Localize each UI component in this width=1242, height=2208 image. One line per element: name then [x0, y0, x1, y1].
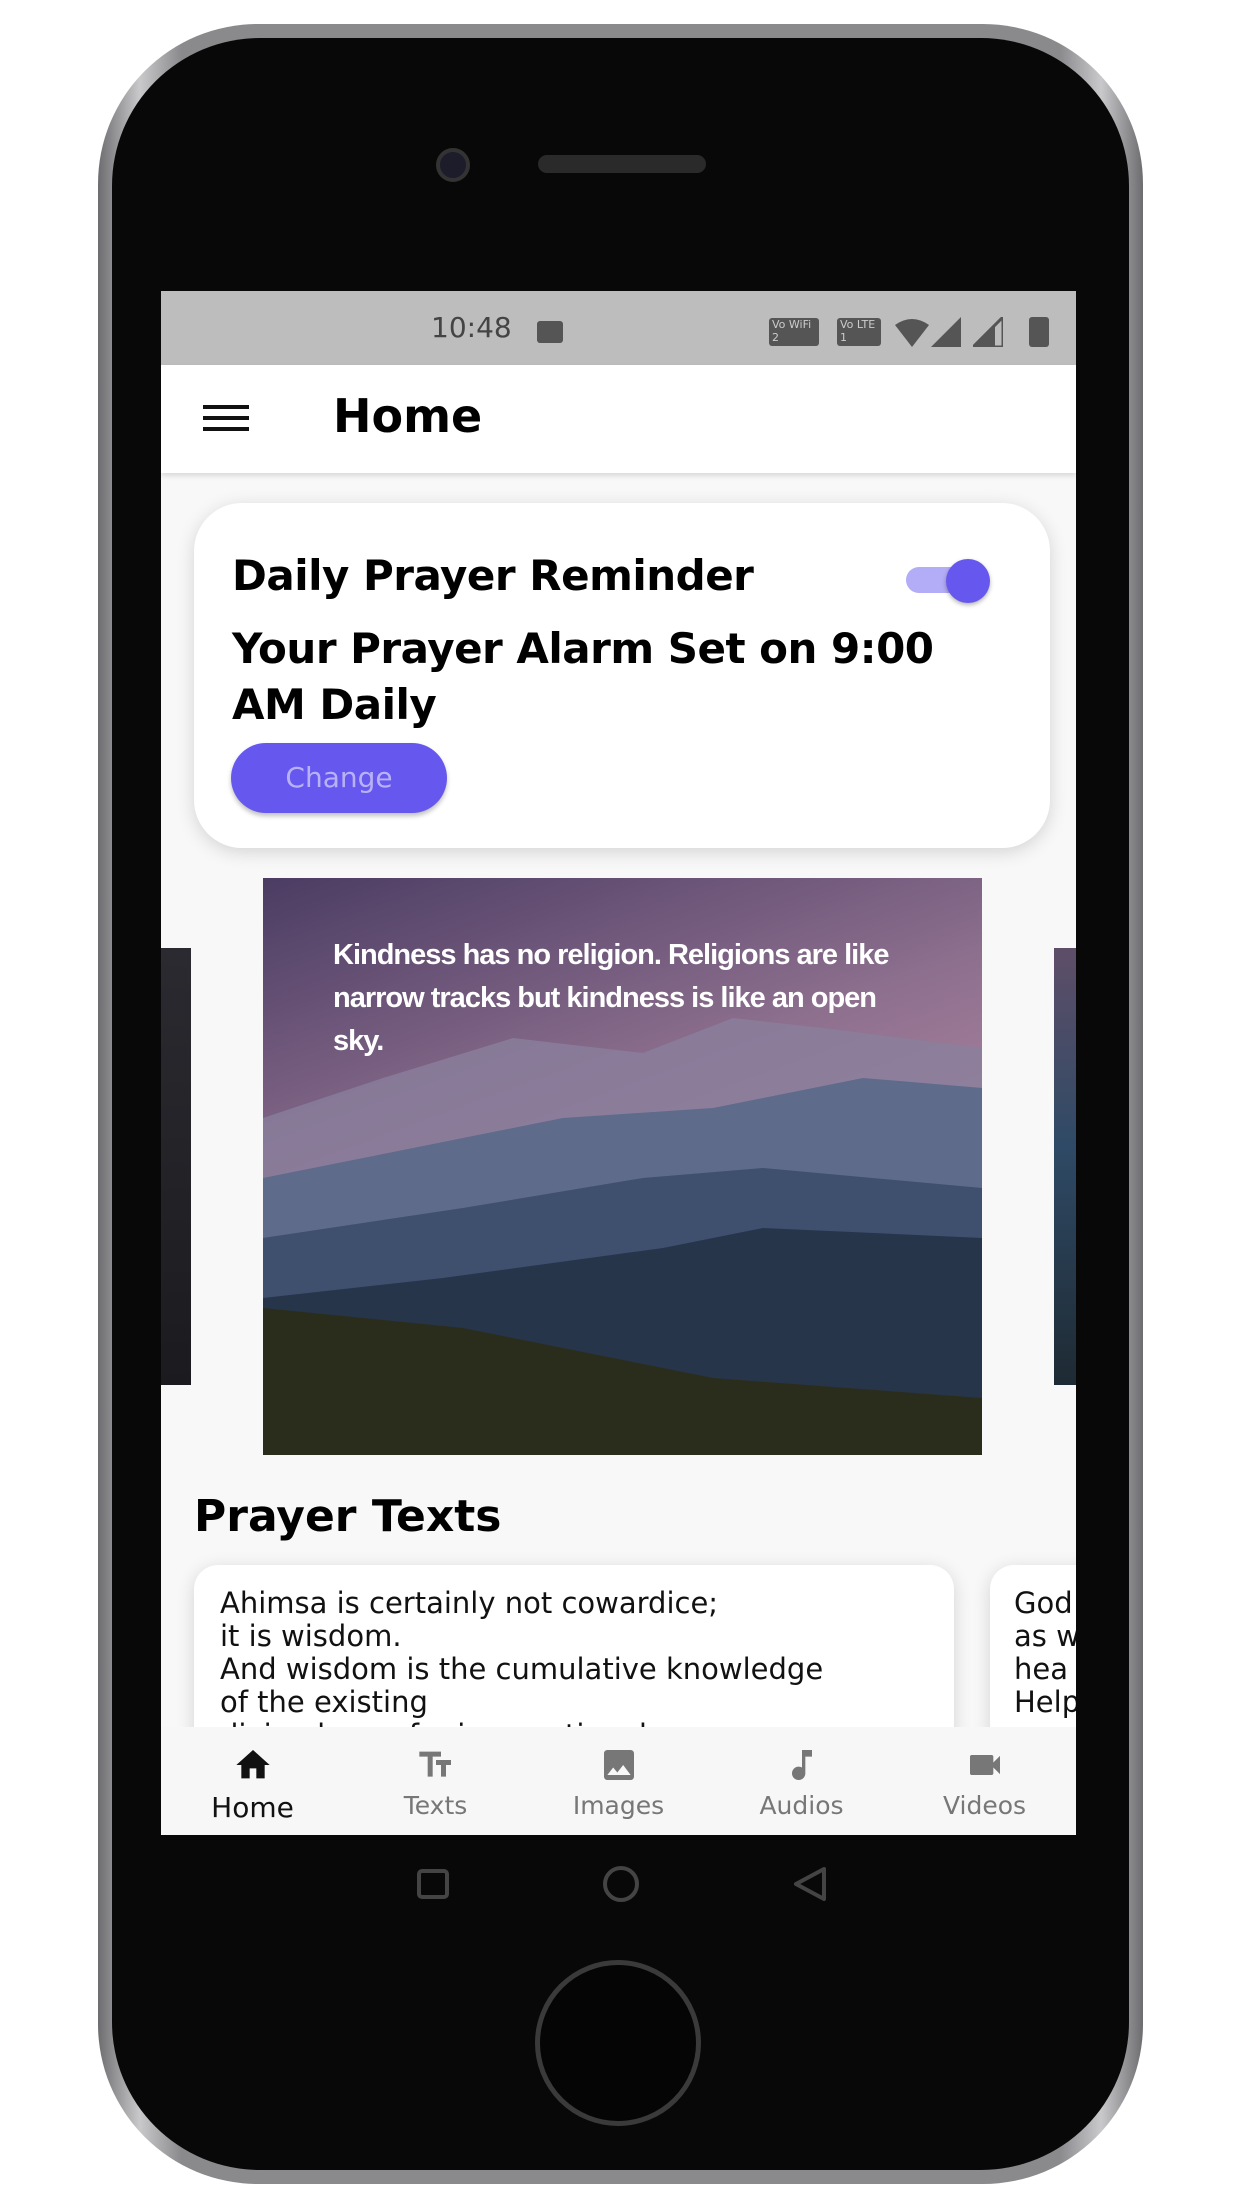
screen: 10:48 Vo WiFi 2 Vo LTE 1 Home Daily Pray…: [161, 291, 1076, 1835]
prayer-texts-heading: Prayer Texts: [194, 1491, 502, 1542]
text-line: Ahimsa is certainly not cowardice;: [220, 1586, 719, 1620]
image-icon: [603, 1750, 634, 1780]
music-note-icon: [791, 1750, 812, 1780]
text-line: as w: [1014, 1619, 1076, 1653]
text-line: Help: [1014, 1685, 1076, 1719]
wifi-icon: [895, 319, 929, 347]
text-format-icon: [418, 1751, 451, 1777]
home-icon: [235, 1750, 270, 1779]
vowifi2-icon: Vo WiFi 2: [769, 318, 819, 346]
carousel-next-slide[interactable]: [1054, 948, 1076, 1385]
nav-label: Audios: [759, 1791, 844, 1820]
text-line: it is wisdom.: [220, 1619, 402, 1653]
nav-label: Images: [572, 1791, 665, 1820]
nav-label: Texts: [403, 1791, 468, 1820]
alarm-message: Your Prayer Alarm Set on 9:00 AM Daily: [232, 624, 934, 729]
reminder-title: Daily Prayer Reminder: [232, 551, 754, 600]
quote-text: Kindness has no religion. Religions are …: [333, 939, 889, 1057]
text-line: God: [1014, 1586, 1073, 1620]
change-button[interactable]: Change: [231, 743, 447, 813]
reminder-card: Daily Prayer Reminder Your Prayer Alarm …: [194, 503, 1050, 848]
front-camera: [436, 148, 470, 182]
back-button[interactable]: [792, 1866, 828, 1902]
status-bar: 10:48 Vo WiFi 2 Vo LTE 1: [161, 291, 1076, 365]
nav-audios[interactable]: Audios: [710, 1727, 893, 1835]
app-bar: Home: [161, 365, 1076, 473]
battery-icon: [1029, 317, 1049, 347]
text-line: of the existing: [220, 1685, 428, 1719]
text-line: hea: [1014, 1652, 1068, 1686]
image-icon: [537, 321, 563, 343]
nav-label: Home: [211, 1791, 294, 1824]
signal-icon: [973, 317, 1003, 347]
nav-label: Videos: [942, 1791, 1027, 1820]
hamburger-icon[interactable]: [203, 403, 249, 433]
videocam-icon: [969, 1755, 1000, 1775]
earpiece-speaker: [538, 155, 706, 173]
status-time: 10:48: [431, 311, 512, 344]
nav-videos[interactable]: Videos: [893, 1727, 1076, 1835]
bottom-nav: Home Texts Images Audios Videos: [161, 1727, 1076, 1835]
page-title: Home: [333, 389, 483, 443]
nav-home[interactable]: Home: [161, 1727, 344, 1835]
nav-texts[interactable]: Texts: [344, 1727, 527, 1835]
home-soft-button[interactable]: [603, 1866, 639, 1902]
carousel-image[interactable]: Kindness has no religion. Religions are …: [263, 878, 982, 1455]
recents-button[interactable]: [417, 1869, 449, 1899]
carousel-prev-slide[interactable]: [161, 948, 191, 1385]
volte1-icon: Vo LTE 1: [837, 318, 881, 346]
text-line: And wisdom is the cumulative knowledge: [220, 1652, 824, 1686]
signal-icon: [931, 317, 961, 347]
nav-images[interactable]: Images: [527, 1727, 710, 1835]
reminder-toggle[interactable]: [906, 559, 994, 603]
physical-home-button[interactable]: [535, 1960, 701, 2126]
